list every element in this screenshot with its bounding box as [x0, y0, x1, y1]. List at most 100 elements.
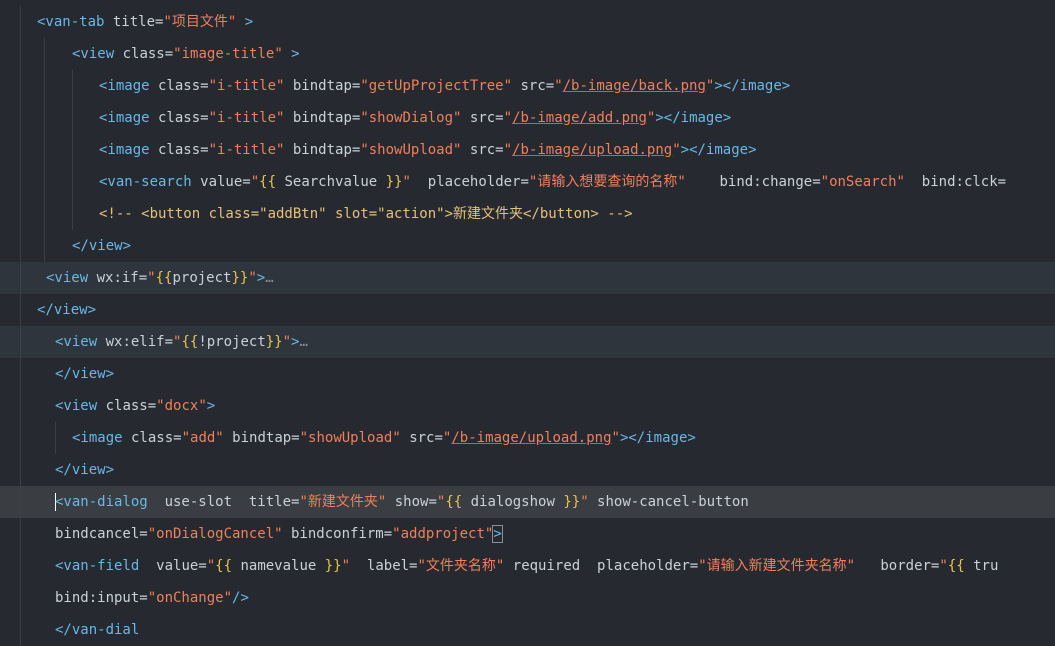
- code-text: </van-dial: [55, 614, 139, 646]
- indent-guide: [20, 166, 21, 198]
- code-token: ": [580, 494, 589, 510]
- code-token: ></image>: [655, 110, 732, 126]
- code-token: ": [147, 270, 156, 286]
- code-line[interactable]: <view wx:if="{{project}}">…: [0, 262, 1055, 294]
- code-line[interactable]: </van-dial: [0, 614, 1055, 646]
- code-text: <van-search value="{{ Searchvalue }}" pl…: [99, 166, 1006, 198]
- indent-guide: [44, 230, 45, 262]
- code-text: <image class="i-title" bindtap="showUplo…: [99, 134, 757, 166]
- code-token: {{: [947, 558, 965, 574]
- indent-guide: [72, 70, 73, 102]
- code-token: /b-image/upload.png: [451, 430, 612, 446]
- code-token: }}: [265, 334, 283, 350]
- code-token: src=: [400, 430, 443, 446]
- code-token: bindcancel=: [55, 526, 148, 542]
- indent-guide: [72, 134, 73, 166]
- code-token: src=: [512, 78, 555, 94]
- code-token: ": [341, 558, 351, 574]
- code-line[interactable]: <image class="i-title" bindtap="showUplo…: [0, 134, 1055, 166]
- code-line[interactable]: <view class="image-title" >: [0, 38, 1055, 70]
- indent-guide: [20, 518, 21, 550]
- code-text: </view>: [55, 358, 114, 390]
- indent-guide: [44, 166, 45, 198]
- code-text: <view class="image-title" >: [72, 38, 300, 70]
- indent-guide: [72, 198, 73, 230]
- code-line[interactable]: <view class="docx">: [0, 390, 1055, 422]
- code-line[interactable]: <van-dialog use-slot title="新建文件夹" show=…: [0, 486, 1055, 518]
- code-line[interactable]: bind:input="onChange"/>: [0, 582, 1055, 614]
- indent-guide: [20, 326, 21, 358]
- code-text: <image class="i-title" bindtap="showDial…: [99, 102, 731, 134]
- code-line[interactable]: <van-tab title="项目文件" >: [0, 6, 1055, 38]
- code-token: </view>: [55, 462, 115, 478]
- code-token: use-slot title=: [147, 494, 300, 510]
- code-token: {{: [155, 270, 173, 286]
- code-token: namevalue: [232, 558, 325, 574]
- code-token: ": [503, 110, 513, 126]
- code-token: "showUpload": [299, 430, 401, 446]
- code-text: bindcancel="onDialogCancel" bindconfirm=…: [55, 518, 503, 550]
- code-line[interactable]: </view>: [0, 454, 1055, 486]
- code-token: bindconfirm=: [282, 526, 393, 542]
- code-token: show=: [386, 494, 437, 510]
- indent-guide: [72, 166, 73, 198]
- code-token: <van-tab: [37, 14, 105, 30]
- code-text: <!-- <button class="addBtn" slot="action…: [99, 198, 633, 230]
- code-token: "onDialogCancel": [147, 526, 283, 542]
- code-line[interactable]: <image class="i-title" bindtap="getUpPro…: [0, 70, 1055, 102]
- code-token: label=: [350, 558, 418, 574]
- code-token: {{: [181, 334, 199, 350]
- code-text: <van-dialog use-slot title="新建文件夹" show=…: [55, 486, 749, 518]
- code-line[interactable]: </view>: [0, 358, 1055, 390]
- code-token: wx:elif=: [97, 334, 174, 350]
- code-token: }}: [563, 494, 581, 510]
- indent-guide: [44, 70, 45, 102]
- indent-guide: [20, 262, 21, 294]
- code-token: <image: [99, 110, 150, 126]
- code-token: border=: [855, 558, 940, 574]
- code-token: class=: [149, 142, 209, 158]
- code-line[interactable]: <!-- <button class="addBtn" slot="action…: [0, 198, 1055, 230]
- indent-guide: [20, 614, 21, 646]
- code-token: ": [672, 142, 681, 158]
- code-line[interactable]: <image class="add" bindtap="showUpload" …: [0, 422, 1055, 454]
- code-token: bind:change=: [685, 174, 821, 190]
- code-token: "文件夹名称": [417, 558, 505, 574]
- indent-guide: [20, 230, 21, 262]
- indent-guide: [20, 422, 21, 454]
- code-line[interactable]: <view wx:elif="{{!project}}">…: [0, 326, 1055, 358]
- code-token: >: [256, 270, 266, 286]
- code-token: "i-title": [208, 110, 285, 126]
- code-text: <van-field value="{{ namevalue }}" label…: [55, 550, 998, 582]
- code-text: </view>: [55, 454, 114, 486]
- indent-guide: [72, 102, 73, 134]
- code-line[interactable]: </view>: [0, 294, 1055, 326]
- code-text: <image class="add" bindtap="showUpload" …: [72, 422, 696, 454]
- code-line[interactable]: <van-field value="{{ namevalue }}" label…: [0, 550, 1055, 582]
- code-line[interactable]: </view>: [0, 230, 1055, 262]
- indent-guide: [20, 70, 21, 102]
- indent-guide: [44, 198, 45, 230]
- code-token: show-cancel-button: [588, 494, 749, 510]
- indent-guide: [20, 486, 21, 518]
- indent-guide: [20, 134, 21, 166]
- code-line[interactable]: bindcancel="onDialogCancel" bindconfirm=…: [0, 518, 1055, 550]
- indent-guide: [20, 294, 21, 326]
- code-token: "image-title": [173, 46, 283, 62]
- code-token: ": [611, 430, 620, 446]
- code-token: <van-field: [55, 558, 140, 574]
- code-token: }}: [231, 270, 249, 286]
- code-token: >: [206, 398, 216, 414]
- code-token: title=: [104, 14, 164, 30]
- code-token: <image: [99, 78, 150, 94]
- code-token: bind:input=: [55, 590, 148, 606]
- code-token: ": [206, 558, 216, 574]
- code-token: ": [554, 78, 563, 94]
- code-line[interactable]: <van-search value="{{ Searchvalue }}" pl…: [0, 166, 1055, 198]
- indent-guide: [44, 102, 45, 134]
- code-token: value=: [139, 558, 207, 574]
- fold-ellipsis-icon: …: [299, 334, 308, 350]
- code-line[interactable]: <image class="i-title" bindtap="showDial…: [0, 102, 1055, 134]
- indent-guide: [20, 390, 21, 422]
- code-token: ></image>: [619, 430, 696, 446]
